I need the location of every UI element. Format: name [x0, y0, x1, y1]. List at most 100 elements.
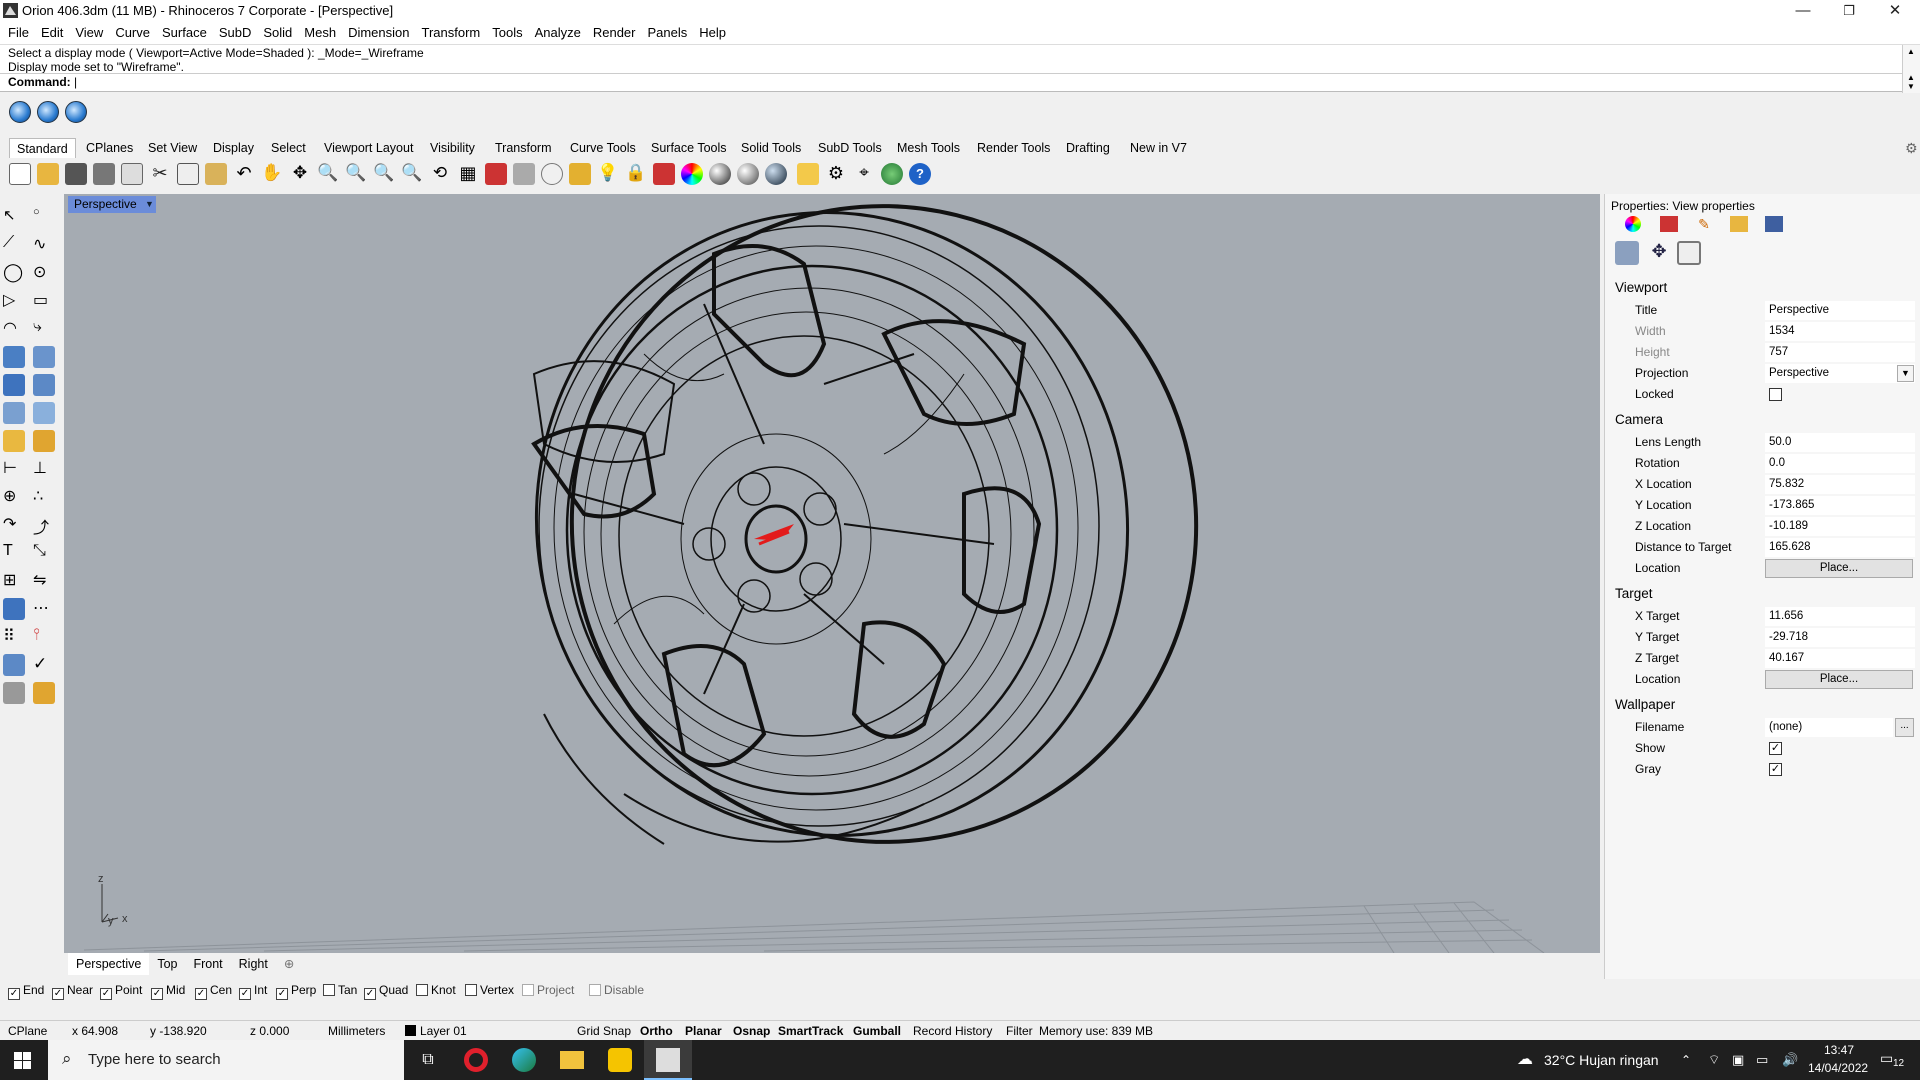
osnap-checkbox[interactable]: ✓ [151, 988, 163, 1000]
menu-surface[interactable]: Surface [156, 22, 213, 44]
lightbulb-icon[interactable]: 💡 [597, 163, 619, 185]
select-filter-icon[interactable] [569, 163, 591, 185]
cut-icon[interactable]: ✂ [149, 163, 171, 185]
locked-checkbox[interactable] [1769, 388, 1782, 401]
box-icon[interactable] [3, 374, 25, 396]
title-field[interactable]: Perspective [1765, 301, 1915, 320]
tab-set-view[interactable]: Set View [141, 138, 204, 158]
menu-file[interactable]: File [0, 22, 35, 44]
light-icon[interactable] [797, 163, 819, 185]
camera-place-button[interactable]: Place... [1765, 559, 1913, 578]
planar-toggle[interactable]: Planar [685, 1024, 722, 1038]
pan-icon[interactable]: ✋ [261, 163, 283, 185]
undo-view-icon[interactable]: ⟲ [429, 163, 451, 185]
mesh-icon[interactable] [33, 402, 55, 424]
grid-snap-toggle[interactable]: Grid Snap [577, 1024, 631, 1038]
tab-transform[interactable]: Transform [488, 138, 559, 158]
layer-icon[interactable] [653, 163, 675, 185]
rotate-view-icon[interactable]: ✥ [289, 163, 311, 185]
paste-icon[interactable] [205, 163, 227, 185]
undo-icon[interactable]: ↶ [233, 163, 255, 185]
cplane-label[interactable]: CPlane [8, 1024, 47, 1038]
tab-surface-tools[interactable]: Surface Tools [644, 138, 734, 158]
light-tool-icon[interactable] [3, 430, 25, 452]
rhino-settings-icon[interactable] [37, 101, 59, 123]
polygon-icon[interactable]: ▷ [3, 290, 25, 312]
osnap-disable[interactable]: Disable [589, 983, 644, 997]
lens-field[interactable]: 50.0 [1765, 433, 1915, 452]
curve-icon[interactable]: ∿ [33, 234, 55, 256]
menu-subd[interactable]: SubD [213, 22, 258, 44]
osnap-checkbox[interactable]: ✓ [100, 988, 112, 1000]
gear-icon[interactable]: ⚙ [1898, 138, 1920, 158]
rhino-options-icon[interactable] [9, 101, 31, 123]
y-target-field[interactable]: -29.718 [1765, 628, 1915, 647]
osnap-checkbox[interactable] [589, 984, 601, 996]
viewport-frame-icon[interactable] [1677, 241, 1701, 265]
tab-curve-tools[interactable]: Curve Tools [563, 138, 643, 158]
select-arrow-icon[interactable]: ↖ [3, 206, 25, 228]
text-tool-icon[interactable]: T [3, 542, 25, 564]
menu-dimension[interactable]: Dimension [342, 22, 415, 44]
osnap-project[interactable]: Project [522, 983, 574, 997]
menu-transform[interactable]: Transform [415, 22, 486, 44]
command-input[interactable]: Command: | [0, 73, 1902, 91]
perspective-viewport[interactable]: Perspective ▼ z x y [64, 194, 1600, 953]
menu-edit[interactable]: Edit [35, 22, 69, 44]
polyline-icon[interactable]: ⟋ [3, 234, 25, 256]
target-place-button[interactable]: Place... [1765, 670, 1913, 689]
properties-tab-folder-icon[interactable] [1730, 216, 1748, 232]
import-icon[interactable] [121, 163, 143, 185]
boolean-icon[interactable]: ⊕ [3, 486, 25, 508]
menu-analyze[interactable]: Analyze [529, 22, 587, 44]
volume-icon[interactable]: 🔊 [1782, 1040, 1798, 1080]
menu-tools[interactable]: Tools [486, 22, 528, 44]
ellipse-icon[interactable]: ⊙ [33, 262, 55, 284]
osnap-checkbox[interactable] [465, 984, 477, 996]
osnap-end[interactable]: ✓ End [8, 983, 44, 1000]
gumball-icon[interactable]: ⫯ [33, 626, 55, 648]
zoom-extents-icon[interactable]: 🔍 [373, 163, 395, 185]
rendered-sphere-icon[interactable] [737, 163, 759, 185]
restore-button[interactable]: ❐ [1826, 0, 1872, 22]
check-icon[interactable]: ✓ [33, 654, 55, 676]
filter-toggle[interactable]: Filter [1006, 1024, 1033, 1038]
tab-new-in-v7[interactable]: New in V7 [1123, 138, 1194, 158]
tab-display[interactable]: Display [206, 138, 261, 158]
properties-tab-render-icon[interactable] [1765, 216, 1783, 232]
layer-label[interactable]: Layer 01 [420, 1024, 467, 1038]
menu-mesh[interactable]: Mesh [298, 22, 342, 44]
osnap-checkbox[interactable] [416, 984, 428, 996]
lock-icon[interactable]: 🔒 [625, 163, 647, 185]
close-button[interactable]: ✕ [1872, 0, 1918, 22]
annotation-icon[interactable]: ⊥ [33, 458, 55, 480]
render-sphere-icon[interactable] [765, 163, 787, 185]
move-object-icon[interactable] [513, 163, 535, 185]
options-gear-icon[interactable]: ⚙ [825, 163, 847, 185]
osnap-checkbox[interactable]: ✓ [195, 988, 207, 1000]
osnap-cen[interactable]: ✓ Cen [195, 983, 232, 1000]
menu-curve[interactable]: Curve [109, 22, 156, 44]
select-icon[interactable] [541, 163, 563, 185]
ortho-toggle[interactable]: Ortho [640, 1024, 673, 1038]
osnap-int[interactable]: ✓ Int [239, 983, 267, 1000]
mirror-icon[interactable]: ⇋ [33, 570, 55, 592]
offset-icon[interactable]: ⤴ [33, 514, 55, 537]
menu-view[interactable]: View [69, 22, 109, 44]
filename-field[interactable]: (none) [1765, 718, 1893, 737]
viewport-tab-right[interactable]: Right [231, 953, 276, 975]
blend-icon[interactable]: ↷ [3, 514, 25, 536]
battery-icon[interactable]: ▭ [1756, 1040, 1768, 1080]
task-view-icon[interactable]: ⧉ [404, 1040, 452, 1080]
properties-tab-object-icon[interactable] [1625, 216, 1641, 232]
grid-icon[interactable]: ⋯ [33, 598, 55, 620]
tab-viewport-layout[interactable]: Viewport Layout [317, 138, 420, 158]
y-location-field[interactable]: -173.865 [1765, 496, 1915, 515]
surface-icon[interactable] [3, 346, 25, 368]
osnap-near[interactable]: ✓ Near [52, 983, 93, 1000]
menu-panels[interactable]: Panels [641, 22, 693, 44]
weather-text[interactable]: 32°C Hujan ringan [1544, 1040, 1659, 1080]
clock-date[interactable]: 14/04/2022 [1808, 1061, 1868, 1075]
osnap-checkbox[interactable] [323, 984, 335, 996]
z-location-field[interactable]: -10.189 [1765, 517, 1915, 536]
